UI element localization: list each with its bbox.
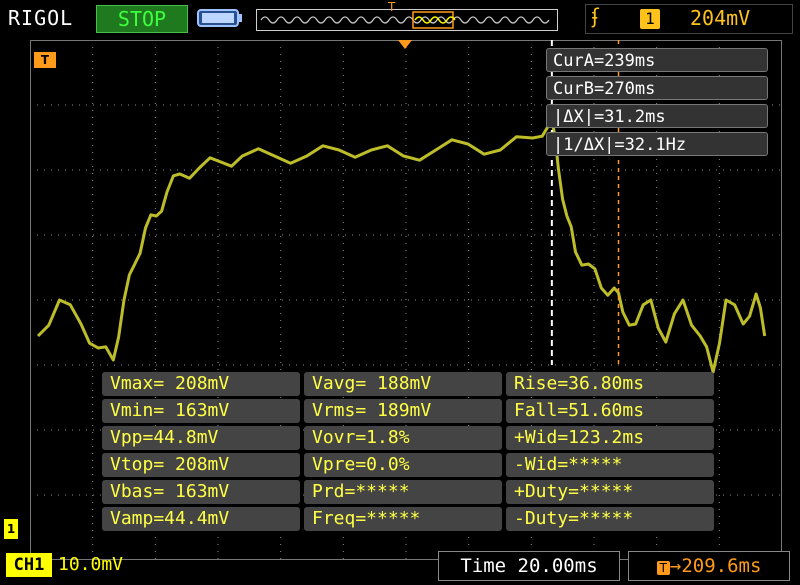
measurement-fall: Fall=51.60ms <box>506 399 714 423</box>
memory-trigger-marker: T <box>388 0 396 14</box>
measurement-pos-width: +Wid=123.2ms <box>506 426 714 450</box>
ch1-label[interactable]: CH1 <box>6 553 52 577</box>
measurement-vpp: Vpp=44.8mV <box>102 426 300 450</box>
measurement-row: Vbas= 163mV Prd=***** +Duty=***** <box>102 480 714 504</box>
trigger-offset-readout: T →209.6ms <box>628 551 790 581</box>
battery-icon <box>197 9 242 27</box>
trigger-offset-value: →209.6ms <box>669 555 762 577</box>
ch1-vertical-scale: 10.0mV <box>58 554 124 575</box>
measurement-row: Vtop= 208mV Vpre=0.0% -Wid=***** <box>102 453 714 477</box>
memory-position-bar[interactable] <box>256 9 558 31</box>
measurement-vovr: Vovr=1.8% <box>304 426 502 450</box>
measurement-rise: Rise=36.80ms <box>506 372 714 396</box>
trigger-offset-icon: T <box>656 561 670 575</box>
measurement-vrms: Vrms= 189mV <box>304 399 502 423</box>
measurement-frequency: Freq=***** <box>304 507 502 531</box>
measurement-neg-width: -Wid=***** <box>506 453 714 477</box>
trigger-source-badge: 1 <box>640 9 660 29</box>
timebase-readout: Time 20.00ms <box>438 551 620 581</box>
measurement-row: Vmin= 163mV Vrms= 189mV Fall=51.60ms <box>102 399 714 423</box>
measurement-vmin: Vmin= 163mV <box>102 399 300 423</box>
cursor-delta-readout: |ΔX|=31.2ms <box>546 104 768 128</box>
trigger-panel[interactable] <box>585 4 793 34</box>
measurement-row: Vmax= 208mV Vavg= 188mV Rise=36.80ms <box>102 372 714 396</box>
horizontal-trigger-position-marker[interactable] <box>398 40 412 49</box>
measurement-row: Vamp=44.4mV Freq=***** -Duty=***** <box>102 507 714 531</box>
trigger-level-marker[interactable]: T <box>34 52 56 68</box>
rising-edge-icon: ʄ <box>592 4 599 28</box>
cursor-b-readout: CurB=270ms <box>546 76 768 100</box>
run-stop-status[interactable]: STOP <box>96 5 188 33</box>
trigger-level: 204mV <box>690 6 751 30</box>
brand-logo: RIGOL <box>8 6 74 30</box>
measurement-neg-duty: -Duty=***** <box>506 507 714 531</box>
measurement-vmax: Vmax= 208mV <box>102 372 300 396</box>
measurement-vamp: Vamp=44.4mV <box>102 507 300 531</box>
measurement-vbase: Vbas= 163mV <box>102 480 300 504</box>
measurement-vpre: Vpre=0.0% <box>304 453 502 477</box>
measurement-row: Vpp=44.8mV Vovr=1.8% +Wid=123.2ms <box>102 426 714 450</box>
ch1-offset-marker[interactable]: 1 <box>4 519 18 539</box>
measurement-period: Prd=***** <box>304 480 502 504</box>
measurement-pos-duty: +Duty=***** <box>506 480 714 504</box>
cursor-frequency-readout: |1/ΔX|=32.1Hz <box>546 132 768 156</box>
measurement-vtop: Vtop= 208mV <box>102 453 300 477</box>
measurement-vavg: Vavg= 188mV <box>304 372 502 396</box>
measurement-panel: Vmax= 208mV Vavg= 188mV Rise=36.80ms Vmi… <box>102 372 714 534</box>
cursor-a-readout: CurA=239ms <box>546 48 768 72</box>
